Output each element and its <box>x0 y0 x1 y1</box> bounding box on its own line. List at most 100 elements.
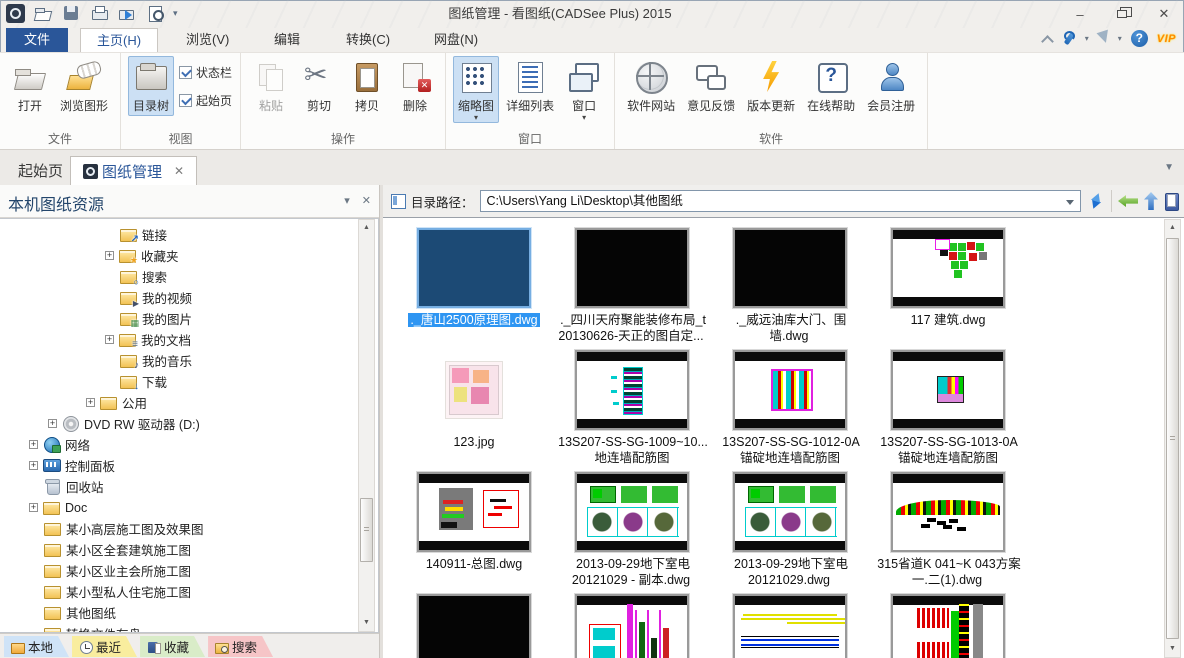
wrench-dropdown-icon[interactable]: ▾ <box>1085 34 1089 43</box>
up-folder-icon[interactable] <box>1144 192 1158 210</box>
tree-expander-icon[interactable]: + <box>86 398 95 407</box>
file-item[interactable] <box>553 590 711 658</box>
collapse-ribbon-icon[interactable] <box>1041 34 1053 44</box>
tree-expander-icon[interactable]: + <box>105 335 114 344</box>
tree-item[interactable]: +Doc <box>0 497 378 518</box>
close-panel-icon[interactable]: ✕ <box>362 194 371 207</box>
delete-button[interactable]: 删除 <box>392 56 438 116</box>
file-thumbnail[interactable] <box>417 228 531 308</box>
open-icon[interactable] <box>33 3 53 23</box>
directory-tree-button[interactable]: 目录树 <box>128 56 174 116</box>
sidebar-tab-local[interactable]: 本地 <box>4 636 69 657</box>
file-item[interactable] <box>395 590 553 658</box>
file-thumbnail[interactable] <box>575 594 689 658</box>
cursor-icon[interactable] <box>1098 31 1109 46</box>
tree-item[interactable]: 下载 <box>0 371 378 392</box>
scroll-up-icon[interactable]: ▲ <box>359 220 374 236</box>
statusbar-checkbox[interactable]: 状态栏 <box>179 64 232 81</box>
file-item[interactable]: 2013-09-29地下室电 20121029 - 副本.dwg <box>553 468 711 590</box>
tab-start-page[interactable]: 起始页 <box>6 156 75 185</box>
file-item[interactable]: 13S207-SS-SG-1009~10... 地连墙配筋图（DLQ1~DL..… <box>553 346 711 468</box>
scroll-up-icon[interactable]: ▲ <box>1165 220 1180 236</box>
tree-expander-icon[interactable]: + <box>29 461 38 470</box>
cut-button[interactable]: 剪切 <box>296 56 342 116</box>
file-thumbnail[interactable] <box>417 594 531 658</box>
online-help-button[interactable]: 在线帮助 <box>802 56 860 116</box>
file-item[interactable]: 2013-09-29地下室电 20121029.dwg <box>711 468 869 590</box>
feedback-button[interactable]: 意见反馈 <box>682 56 740 116</box>
file-thumbnail[interactable] <box>733 350 847 430</box>
tree-item[interactable]: 我的图片 <box>0 308 378 329</box>
file-item[interactable]: 315省道K 041~K 043方案一.二(1).dwg <box>869 468 1027 590</box>
tree-item[interactable]: 某小区全套建筑施工图 <box>0 539 378 560</box>
file-thumbnail[interactable] <box>891 594 1005 658</box>
file-item[interactable]: 117 建筑.dwg <box>869 224 1027 346</box>
file-thumbnail[interactable] <box>891 228 1005 308</box>
tree-item[interactable]: +控制面板 <box>0 455 378 476</box>
tree-item[interactable]: +收藏夹 <box>0 245 378 266</box>
file-thumbnail[interactable] <box>891 472 1005 552</box>
minimize-button[interactable]: – <box>1066 3 1094 25</box>
tree-expander-icon[interactable]: + <box>29 503 38 512</box>
sidebar-tab-book[interactable]: 收藏 <box>140 636 205 657</box>
file-item[interactable] <box>711 590 869 658</box>
restore-button[interactable] <box>1108 3 1136 25</box>
tab-file[interactable]: 文件 <box>6 28 68 52</box>
file-thumbnail[interactable] <box>575 350 689 430</box>
tab-home[interactable]: 主页(H) <box>80 28 158 52</box>
scroll-down-icon[interactable]: ▼ <box>1165 641 1180 657</box>
print-export-icon[interactable] <box>117 3 137 23</box>
pin-dropdown-icon[interactable]: ▾ <box>344 194 350 207</box>
tree-item[interactable]: +DVD RW 驱动器 (D:) <box>0 413 378 434</box>
sidebar-tab-clock[interactable]: 最近 <box>72 636 137 657</box>
file-item[interactable]: 13S207-SS-SG-1012-0A 锚碇地连墙配筋图（MD1）.... <box>711 346 869 468</box>
file-item[interactable]: ._威远油库大门、围墙.dwg <box>711 224 869 346</box>
website-button[interactable]: 软件网站 <box>622 56 680 116</box>
tree-item[interactable]: 链接 <box>0 224 378 245</box>
wrench-icon[interactable] <box>1062 31 1076 47</box>
window-button[interactable]: 窗口 ▾ <box>561 56 607 123</box>
tab-netdisk[interactable]: 网盘(N) <box>418 28 494 52</box>
file-item[interactable]: 123.jpg <box>395 346 553 468</box>
startpage-checkbox[interactable]: 起始页 <box>179 92 232 109</box>
scroll-down-icon[interactable]: ▼ <box>359 615 374 631</box>
scrollbar-thumb[interactable] <box>1166 238 1179 639</box>
tree-expander-icon[interactable]: + <box>105 251 114 260</box>
tree-item[interactable]: 某小区业主会所施工图 <box>0 560 378 581</box>
tab-browse[interactable]: 浏览(V) <box>170 28 245 52</box>
tree-item[interactable]: 其他图纸 <box>0 602 378 623</box>
close-tab-icon[interactable]: ✕ <box>174 164 184 178</box>
tree-item[interactable]: 我的视频 <box>0 287 378 308</box>
file-thumbnail[interactable] <box>446 362 502 418</box>
paste-button[interactable]: 粘贴 <box>248 56 294 116</box>
file-item[interactable]: 140911-总图.dwg <box>395 468 553 590</box>
tree-expander-icon[interactable]: + <box>48 419 57 428</box>
file-item[interactable] <box>869 590 1027 658</box>
file-thumbnail[interactable] <box>733 228 847 308</box>
tree-item[interactable]: +我的文档 <box>0 329 378 350</box>
file-item[interactable]: ._四川天府聚能装修布局_t 20130626-天正的图自定... <box>553 224 711 346</box>
close-button[interactable]: ✕ <box>1150 3 1178 25</box>
tree-item[interactable]: +公用 <box>0 392 378 413</box>
file-item[interactable]: 13S207-SS-SG-1013-0A 锚碇地连墙配筋图（MD2）.... <box>869 346 1027 468</box>
back-icon[interactable] <box>1118 195 1138 207</box>
vip-badge[interactable]: VIP <box>1157 33 1176 45</box>
tree-item[interactable]: +网络 <box>0 434 378 455</box>
file-thumbnail[interactable] <box>575 228 689 308</box>
detail-list-button[interactable]: 详细列表 <box>501 56 559 116</box>
file-item[interactable]: ._唐山2500原理图.dwg <box>395 224 553 346</box>
tree-scrollbar[interactable]: ▲ ▼ <box>358 219 375 632</box>
sidebar-tab-search[interactable]: 搜索 <box>208 636 273 657</box>
member-register-button[interactable]: 会员注册 <box>862 56 920 116</box>
qat-dropdown-icon[interactable]: ▾ <box>173 3 178 23</box>
cursor-dropdown-icon[interactable]: ▾ <box>1118 34 1122 43</box>
tree-item[interactable]: 搜索 <box>0 266 378 287</box>
tree-expander-icon[interactable]: + <box>29 440 38 449</box>
file-thumbnail[interactable] <box>417 472 531 552</box>
save-icon[interactable] <box>61 3 81 23</box>
tab-drawing-management[interactable]: 图纸管理 ✕ <box>70 156 197 185</box>
tab-convert[interactable]: 转换(C) <box>330 28 406 52</box>
grid-scrollbar[interactable]: ▲ ▼ <box>1164 219 1181 658</box>
refresh-icon[interactable] <box>1087 192 1105 210</box>
help-icon[interactable]: ? <box>1131 30 1148 47</box>
